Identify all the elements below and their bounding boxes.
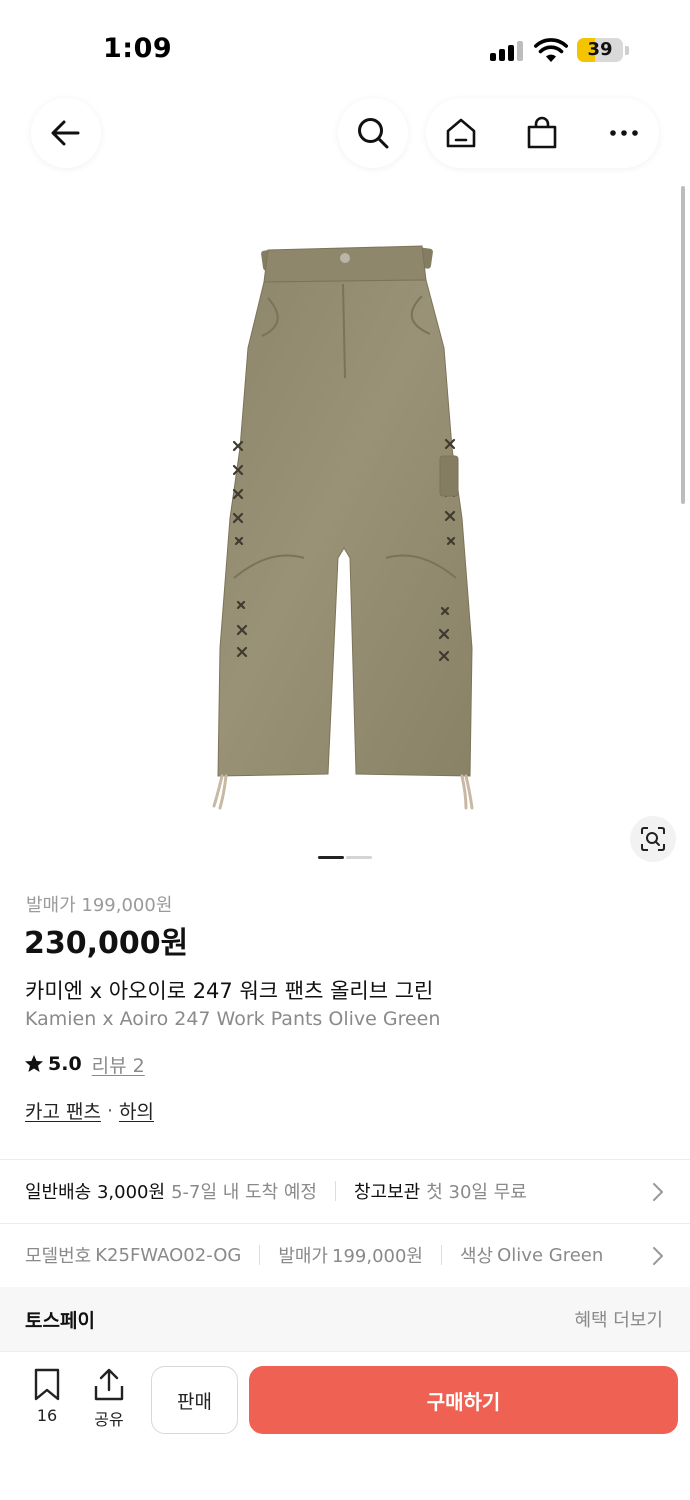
- cellular-signal-icon: [490, 41, 524, 61]
- share-icon: [94, 1368, 124, 1401]
- bookmark-icon: [34, 1368, 60, 1401]
- bookmark-button[interactable]: 16: [20, 1366, 74, 1426]
- separator: [259, 1245, 261, 1265]
- bookmark-count: 16: [36, 1406, 58, 1425]
- model-number-label: 모델번호: [25, 1246, 92, 1267]
- color-label: 색상: [460, 1246, 494, 1267]
- share-label: 공유: [94, 1410, 124, 1429]
- battery-nub: [625, 46, 629, 55]
- arrow-left-icon: [51, 120, 80, 146]
- chevron-right-icon[interactable]: [650, 1245, 666, 1267]
- battery-level: 39: [587, 39, 613, 60]
- category-breadcrumb: 카고 팬츠 · 하의: [25, 1097, 154, 1124]
- carousel-dots: [318, 856, 378, 860]
- battery-indicator: 39: [577, 38, 623, 62]
- warehouse-label: 창고보관: [354, 1182, 421, 1203]
- product-title-ko: 카미엔 x 아오이로 247 워크 팬츠 올리브 그린: [25, 979, 434, 1003]
- status-time: 1:09: [103, 33, 173, 64]
- nav-actions: [426, 98, 659, 168]
- wifi-icon: [534, 38, 568, 62]
- chevron-right-icon: [653, 1183, 663, 1201]
- payment-benefit-row[interactable]: 토스페이 혜택 더보기: [0, 1287, 690, 1351]
- status-bar: 1:09 39: [0, 0, 690, 100]
- star-icon: [25, 1055, 43, 1072]
- category-separator: ·: [106, 1099, 114, 1122]
- more-horizontal-icon: [610, 130, 638, 136]
- cart-button[interactable]: [512, 98, 572, 168]
- shipping-standard-label: 일반배송 3,000원: [25, 1182, 166, 1203]
- buy-button[interactable]: 구매하기: [249, 1366, 678, 1434]
- warehouse-note: 첫 30일 무료: [426, 1182, 527, 1203]
- scroll-indicator: [681, 186, 685, 504]
- search-button[interactable]: [338, 98, 408, 168]
- shopping-bag-icon: [527, 116, 557, 149]
- back-button[interactable]: [31, 98, 101, 168]
- sell-button[interactable]: 판매: [151, 1366, 238, 1434]
- image-search-icon: [641, 827, 665, 851]
- separator: [335, 1181, 336, 1201]
- product-meta-row[interactable]: 모델번호 K25FWAO02-OG 발매가 199,000원 색상 Olive …: [0, 1224, 690, 1286]
- release-price-value: 199,000원: [332, 1246, 423, 1267]
- category-link-bottoms[interactable]: 하의: [119, 1097, 154, 1124]
- image-search-button[interactable]: [630, 816, 676, 862]
- payment-title: 토스페이: [25, 1310, 95, 1332]
- separator: [441, 1245, 442, 1265]
- home-icon: [446, 118, 476, 148]
- category-link-cargo[interactable]: 카고 팬츠: [25, 1097, 101, 1124]
- current-price: 230,000원: [24, 926, 189, 961]
- review-link[interactable]: 리뷰 2: [92, 1051, 145, 1078]
- product-image[interactable]: [200, 228, 490, 820]
- carousel-dot-active[interactable]: [318, 856, 344, 859]
- product-title-en: Kamien x Aoiro 247 Work Pants Olive Gree…: [25, 1008, 441, 1030]
- release-price: 발매가 199,000원: [26, 895, 173, 916]
- carousel-dot[interactable]: [346, 856, 372, 859]
- rating-score: 5.0: [48, 1053, 82, 1075]
- model-number-value: K25FWAO02-OG: [95, 1244, 242, 1266]
- shipping-row[interactable]: 일반배송 3,000원 5-7일 내 도착 예정 창고보관 첫 30일 무료: [0, 1160, 690, 1222]
- more-button[interactable]: [594, 98, 654, 168]
- rating-row: 5.0 리뷰 2: [24, 1050, 145, 1078]
- benefit-more-link[interactable]: 혜택 더보기: [574, 1306, 663, 1332]
- search-icon: [358, 118, 389, 149]
- release-price-label: 발매가: [278, 1246, 328, 1267]
- share-button[interactable]: 공유: [82, 1366, 136, 1429]
- shipping-standard-eta: 5-7일 내 도착 예정: [171, 1182, 317, 1203]
- color-value: Olive Green: [497, 1244, 604, 1266]
- home-button[interactable]: [431, 98, 491, 168]
- bottom-action-bar: 16 공유 판매 구매하기: [0, 1351, 690, 1500]
